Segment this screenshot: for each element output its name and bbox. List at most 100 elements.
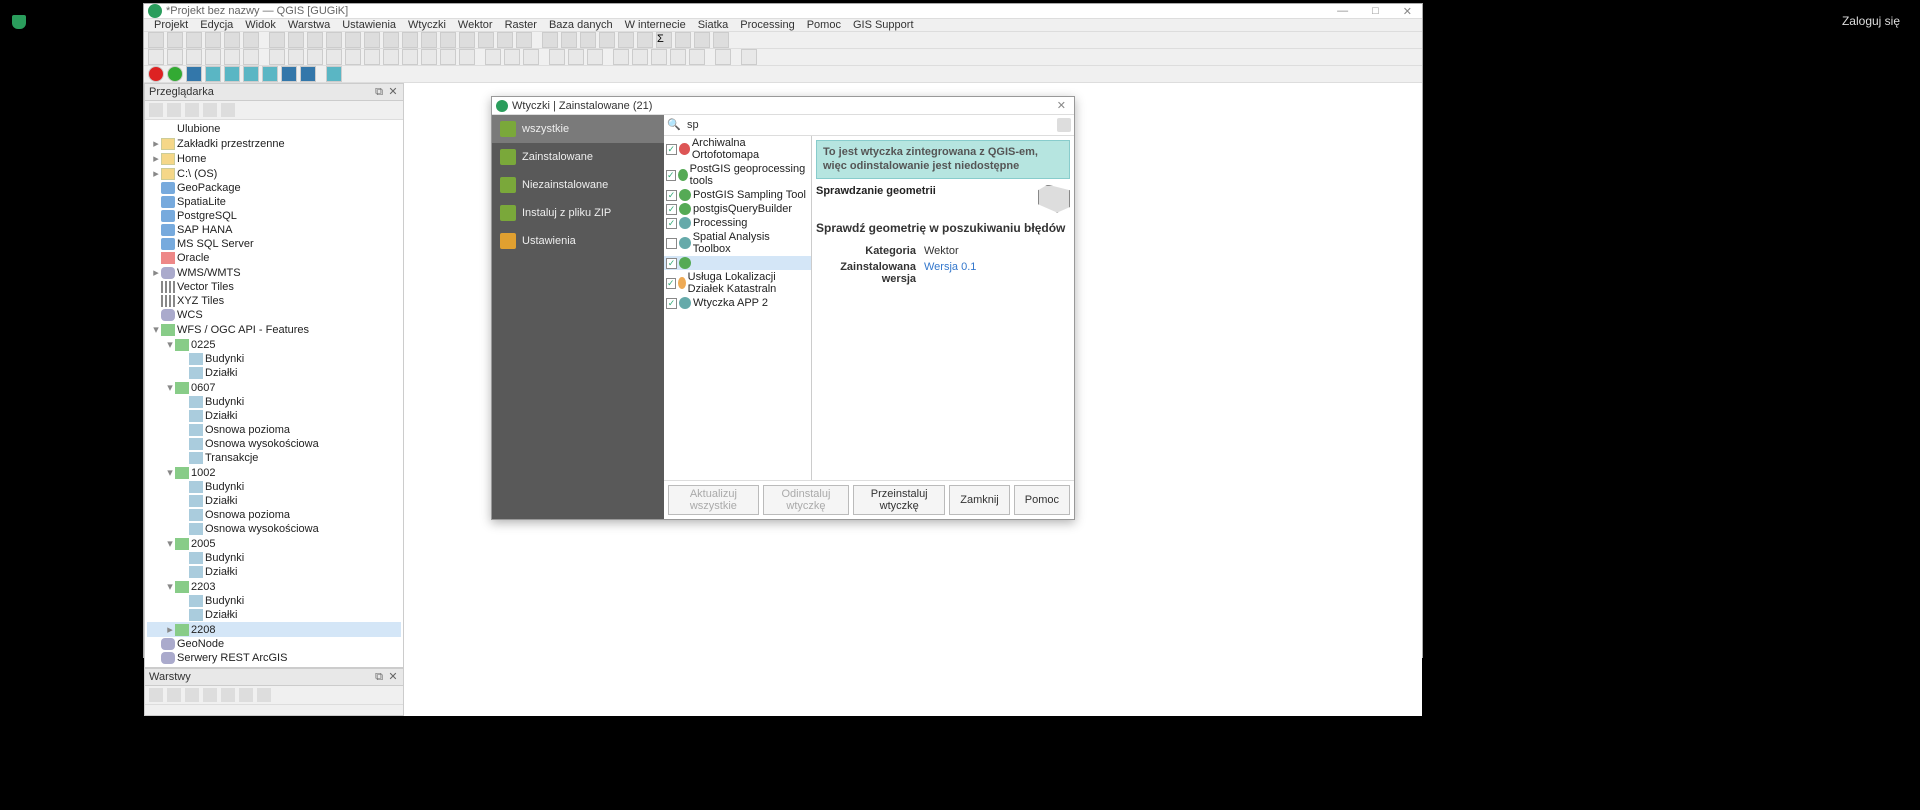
save-as-icon[interactable] [205, 32, 221, 48]
plugin-list-item[interactable]: ✓ [664, 256, 811, 270]
add-group-icon[interactable] [167, 688, 181, 702]
add-mesh-icon[interactable] [186, 49, 202, 65]
zoom-full-icon[interactable] [345, 32, 361, 48]
style-manager-icon[interactable] [243, 32, 259, 48]
maximize-button[interactable]: □ [1366, 5, 1385, 18]
zoom-native-icon[interactable] [402, 32, 418, 48]
tree-item[interactable]: ▸Home [147, 151, 401, 166]
help-button[interactable]: Pomoc [1014, 485, 1070, 515]
plugin-list[interactable]: ✓Archiwalna Ortofotomapa✓PostGIS geoproc… [664, 136, 812, 480]
tree-item[interactable]: GeoPackage [147, 181, 401, 195]
expand-icon[interactable]: ▾ [165, 466, 175, 479]
undo-icon[interactable] [440, 49, 456, 65]
tree-item[interactable]: SpatiaLite [147, 195, 401, 209]
filter-icon[interactable] [185, 103, 199, 117]
web-icon[interactable] [549, 49, 565, 65]
zoom-in-icon[interactable] [307, 32, 323, 48]
tree-item[interactable]: Budynki [147, 551, 401, 565]
new-bookmark-icon[interactable] [459, 32, 475, 48]
tree-item[interactable]: Ulubione [147, 122, 401, 136]
tracing-icon[interactable] [504, 49, 520, 65]
sidebar-item-niezainstalowane[interactable]: Niezainstalowane [492, 171, 664, 199]
tree-item[interactable]: ▾2203 [147, 579, 401, 594]
tree-item[interactable]: Działki [147, 366, 401, 380]
plugin-g-icon[interactable] [741, 49, 757, 65]
expand-icon[interactable]: ▾ [165, 381, 175, 394]
map-tips-icon[interactable] [694, 32, 710, 48]
minimize-button[interactable]: — [1331, 5, 1354, 18]
record-icon[interactable] [148, 66, 164, 82]
update-all-button[interactable]: Aktualizuj wszystkie [668, 485, 759, 515]
tree-item[interactable]: Działki [147, 608, 401, 622]
plugin-a-icon[interactable] [613, 49, 629, 65]
plugin-f-icon[interactable] [715, 49, 731, 65]
collapse-all-icon[interactable] [203, 103, 217, 117]
menu-gis-support[interactable]: GIS Support [847, 19, 920, 31]
tree-item[interactable]: ▾0225 [147, 337, 401, 352]
planet-icon[interactable] [587, 49, 603, 65]
tree-item[interactable]: Serwery REST ArcGIS [147, 651, 401, 665]
refresh-browser-icon[interactable] [167, 103, 181, 117]
refresh-icon[interactable] [516, 32, 532, 48]
play-icon[interactable] [167, 66, 183, 82]
panel-float-icon[interactable]: ⧉ [373, 86, 385, 98]
plugin-list-item[interactable]: ✓Wtyczka APP 2 [664, 296, 811, 310]
vt-icon[interactable] [281, 66, 297, 82]
print-layout-icon[interactable] [224, 32, 240, 48]
tree-item[interactable]: Budynki [147, 480, 401, 494]
menu-projekt[interactable]: Projekt [148, 19, 194, 31]
properties-icon[interactable] [221, 103, 235, 117]
add-layer-icon[interactable] [149, 103, 163, 117]
tree-item[interactable]: Działki [147, 565, 401, 579]
xyz-icon[interactable] [262, 66, 278, 82]
paste-features-icon[interactable] [421, 49, 437, 65]
cut-features-icon[interactable] [383, 49, 399, 65]
expand-icon[interactable]: ▾ [165, 537, 175, 550]
zoom-layer-icon[interactable] [383, 32, 399, 48]
stats-icon[interactable]: Σ [656, 32, 672, 48]
expand-icon[interactable]: ▸ [151, 266, 161, 279]
plugin-checkbox[interactable] [666, 238, 677, 249]
plugin-checkbox[interactable]: ✓ [666, 258, 677, 269]
add-feature-icon[interactable] [307, 49, 323, 65]
sidebar-item-ustawienia[interactable]: Ustawienia [492, 227, 664, 255]
plugin-list-item[interactable]: ✓Processing [664, 216, 811, 230]
add-raster-icon[interactable] [167, 49, 183, 65]
tree-item[interactable]: Działki [147, 494, 401, 508]
reinstall-button[interactable]: Przeinstaluj wtyczkę [853, 485, 945, 515]
panel-close-icon[interactable]: ✕ [387, 86, 399, 98]
plugin-b-icon[interactable] [632, 49, 648, 65]
wms-icon[interactable] [205, 66, 221, 82]
sidebar-item-instaluj-z-pliku-zip[interactable]: Instaluj z pliku ZIP [492, 199, 664, 227]
panel-float-icon[interactable]: ⧉ [373, 671, 385, 683]
tree-item[interactable]: Transakcje [147, 451, 401, 465]
clear-search-icon[interactable] [1057, 118, 1071, 132]
annotation-icon[interactable] [713, 32, 729, 48]
tree-item[interactable]: ▸Zakładki przestrzenne [147, 136, 401, 151]
identify-icon[interactable] [542, 32, 558, 48]
new-project-icon[interactable] [148, 32, 164, 48]
add-vector-icon[interactable] [148, 49, 164, 65]
dialog-close-icon[interactable]: ✕ [1053, 99, 1070, 112]
search-plugin-icon[interactable] [326, 66, 342, 82]
tree-item[interactable]: Budynki [147, 594, 401, 608]
menu-raster[interactable]: Raster [499, 19, 543, 31]
plugin-d-icon[interactable] [670, 49, 686, 65]
plugin-search-input[interactable] [685, 118, 1053, 132]
remove-layer-icon[interactable] [257, 688, 271, 702]
plugin-checkbox[interactable]: ✓ [666, 190, 677, 201]
filter-legend-icon[interactable] [203, 688, 217, 702]
expand-icon[interactable]: ▾ [151, 323, 161, 336]
measure-icon[interactable] [675, 32, 691, 48]
expand-icon[interactable]: ▾ [165, 580, 175, 593]
menu-widok[interactable]: Widok [239, 19, 282, 31]
menu-processing[interactable]: Processing [734, 19, 800, 31]
delete-selected-icon[interactable] [364, 49, 380, 65]
expand-icon[interactable]: ▸ [151, 167, 161, 180]
panel-close-icon[interactable]: ✕ [387, 671, 399, 683]
menu-siatka[interactable]: Siatka [692, 19, 735, 31]
collapse-icon[interactable] [239, 688, 253, 702]
style-icon[interactable] [149, 688, 163, 702]
uninstall-button[interactable]: Odinstaluj wtyczkę [763, 485, 849, 515]
attribute-table-icon[interactable] [599, 32, 615, 48]
